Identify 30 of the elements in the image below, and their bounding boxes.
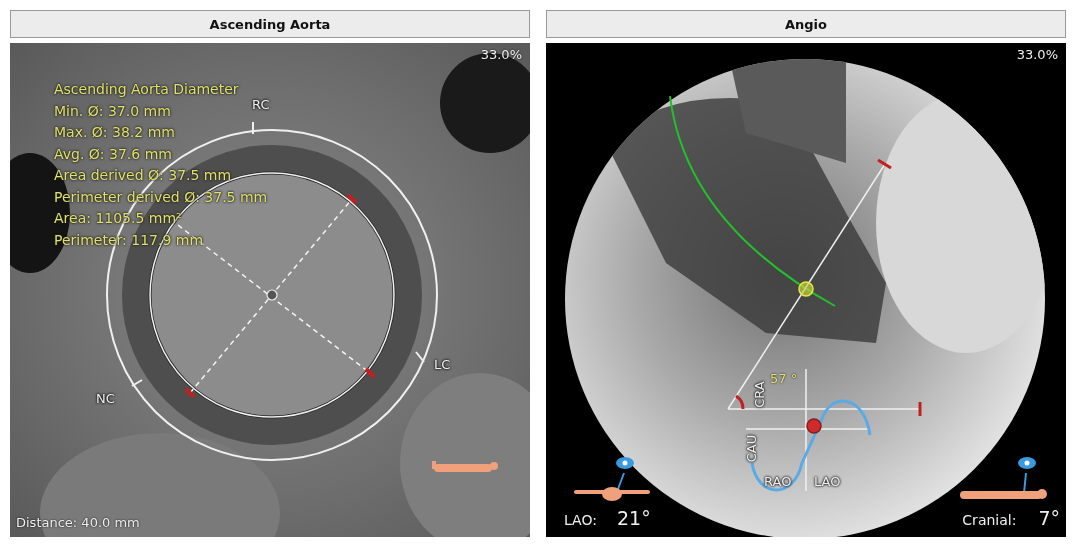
panel-title: Ascending Aorta (10, 10, 530, 38)
axis-label: CAU (744, 434, 760, 463)
angle-label: LAO: (564, 512, 597, 528)
patient-body-icon (960, 489, 1047, 499)
angle-value: 57 ° (770, 371, 798, 386)
axis-label: LAO (814, 474, 841, 489)
current-projection-marker-icon (806, 418, 822, 434)
angle-reading: 7° (1038, 507, 1060, 529)
body-orientation-icon (432, 461, 498, 472)
measurement-value: Avg. Ø: 37.6 mm (54, 144, 172, 164)
angle-reading: 21° (616, 507, 651, 529)
panel-title: Angio (546, 10, 1066, 38)
distance-readout: Distance: 40.0 mm (16, 515, 140, 530)
axis-label: CRA (751, 381, 767, 408)
eye-icon (616, 457, 634, 490)
axis-label: RAO (764, 474, 792, 489)
center-marker-icon (266, 289, 278, 301)
measurement-value: Max. Ø: 38.2 mm (54, 123, 175, 142)
measurement-value: Min. Ø: 37.0 mm (54, 101, 171, 121)
cusp-label: NC (96, 391, 115, 406)
angle-label: Cranial: (962, 512, 1017, 528)
eye-icon (1018, 457, 1036, 494)
intersection-marker-icon (798, 281, 814, 297)
zoom-level: 33.0% (1016, 47, 1058, 62)
angle-arc (735, 394, 745, 410)
zoom-level: 33.0% (480, 47, 522, 62)
measurement-title: Ascending Aorta Diameter (54, 80, 239, 99)
cusp-label: LC (434, 357, 451, 372)
cusp-label: RC (252, 97, 270, 112)
patient-body-icon (574, 487, 650, 501)
